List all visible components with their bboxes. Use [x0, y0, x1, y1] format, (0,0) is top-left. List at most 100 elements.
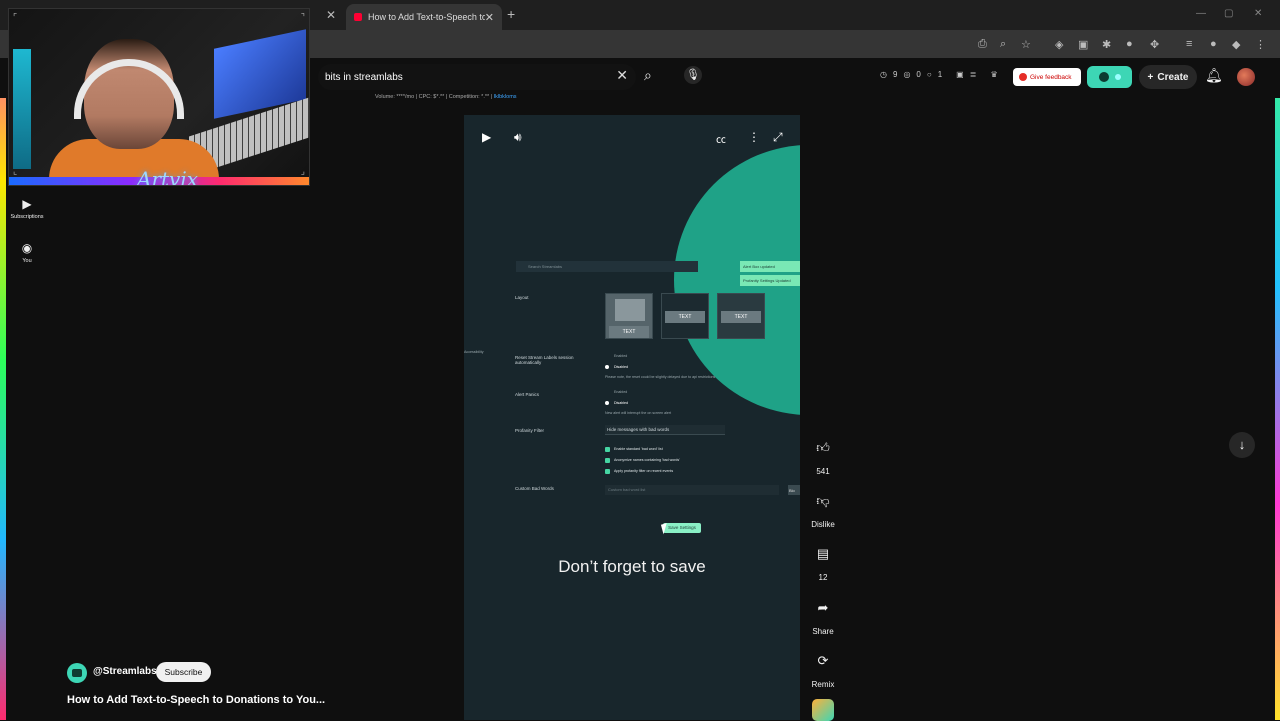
check-label: Enable standard 'bad word' list — [614, 447, 663, 451]
custom-bad-words-input: Custom bad word list — [605, 485, 779, 495]
clear-search-icon[interactable]: ✕ — [616, 67, 628, 84]
next-video-arrow-icon[interactable]: ↓ — [1229, 432, 1255, 458]
dislike-label: Dislike — [811, 520, 835, 529]
video-caption: Don’t forget to save — [558, 557, 706, 576]
layout-label: Layout — [515, 295, 529, 300]
close-previous-tab-icon[interactable]: ✕ — [326, 8, 336, 22]
dislike-button[interactable]: 👎︎ Dislike — [808, 488, 838, 529]
corner-icon: ⌟ — [300, 166, 305, 176]
sidebar-item-subscriptions[interactable]: ▶︎ Subscriptions — [6, 197, 48, 220]
bookmark-star-icon[interactable]: ☆ — [1021, 38, 1031, 51]
thumbs-up-icon: 👍︎ — [816, 440, 830, 455]
extension-icon[interactable]: ◆ — [1232, 38, 1240, 51]
check-label: Apply profanity filter on recent events — [614, 469, 674, 473]
create-button[interactable]: + Create — [1139, 65, 1197, 89]
rgb-light-right — [1275, 0, 1280, 720]
checkbox-checked — [605, 447, 610, 452]
microphone-icon[interactable]: 🎙︎ — [684, 66, 702, 84]
puzzle-icon[interactable]: ✥ — [1150, 38, 1159, 51]
streamer — [49, 29, 219, 185]
tab-search-icon[interactable]: ≡ — [1186, 38, 1192, 50]
profile-icon[interactable]: ● — [1210, 38, 1217, 50]
thumbs-down-icon: 👎︎ — [816, 493, 830, 508]
give-feedback-button[interactable]: Give feedback — [1013, 68, 1081, 86]
accessibility-label: Accessibility — [464, 350, 484, 354]
avatar[interactable] — [1237, 68, 1255, 86]
install-icon[interactable]: ⎙ — [978, 38, 987, 51]
feedback-icon — [1019, 73, 1027, 81]
alert-panic-label: Alert Panics — [515, 392, 540, 397]
zoom-icon[interactable]: ⌕ — [1000, 38, 1006, 51]
share-label: Share — [812, 627, 834, 636]
search-input[interactable]: bits in streamlabs ✕ — [318, 64, 636, 90]
more-options-icon[interactable]: ⋮ — [748, 130, 760, 144]
new-tab-button[interactable]: + — [507, 6, 515, 22]
stat-value: 0 — [916, 70, 921, 79]
toast-alert-box: Alert Box updated — [740, 261, 800, 272]
maximize-icon[interactable]: ▢ — [1224, 8, 1233, 19]
sidebar-item-you[interactable]: ◉ You — [6, 241, 48, 264]
share-button[interactable]: ➦ Share — [808, 595, 838, 636]
menu-dots-icon[interactable]: ⋮ — [1255, 38, 1266, 51]
extension-icon[interactable]: ▣ — [1078, 38, 1088, 51]
subscriptions-icon: ▶︎ — [22, 197, 32, 211]
play-icon[interactable]: ▶ — [482, 130, 491, 144]
check-label: Anonymize names containing 'bad words' — [614, 458, 680, 462]
stat-value: 9 — [892, 70, 898, 79]
profanity-select: Hide messages with bad words — [605, 425, 725, 435]
tab-title: How to Add Text-to-Speech to — [368, 12, 485, 22]
sound-thumbnail[interactable] — [812, 699, 834, 721]
checkbox-checked — [605, 458, 610, 463]
extension-icon[interactable]: ● — [1126, 38, 1133, 50]
keyword-info: Volume: ****/mo | CPC: $*.** | Competiti… — [375, 94, 517, 100]
disabled-option: Disabled — [614, 401, 628, 405]
comments-button[interactable]: ▤ 12 — [808, 541, 838, 582]
like-button[interactable]: 👍︎ 541 — [808, 435, 838, 476]
remix-button[interactable]: ⟳ Remix — [808, 648, 838, 689]
channel-avatar[interactable] — [67, 663, 87, 683]
shorts-player[interactable]: ▶ 🔊︎ ㏄ ⋮ ⤢ Search Streamlabs Alert Box u… — [464, 115, 800, 720]
streamlabs-settings-screen: Search Streamlabs Alert Box updated Prof… — [464, 255, 800, 533]
led-strip — [13, 49, 31, 169]
comment-icon: ▤ — [816, 546, 830, 561]
layout-text: TEXT — [665, 311, 705, 323]
search-icon[interactable]: ⌕ — [644, 67, 652, 84]
streamlabs-search: Search Streamlabs — [516, 261, 698, 272]
extension-icon[interactable]: ✱ — [1102, 38, 1111, 51]
reset-note: Please note, the reset could be slightly… — [605, 375, 716, 379]
eye-icon: ◎ — [903, 70, 911, 79]
subscribe-button[interactable]: Subscribe — [156, 662, 211, 682]
reset-label: Reset Stream Labels session automaticall… — [515, 355, 574, 365]
checkbox-checked — [605, 469, 610, 474]
close-window-icon[interactable]: ✕ — [1254, 8, 1262, 19]
layout-text: TEXT — [609, 326, 649, 338]
radio-selected — [605, 401, 609, 405]
extension-badge-icon[interactable]: ▣ — [956, 70, 964, 79]
toast-profanity: Profanity Settings Updated — [740, 275, 800, 286]
close-tab-icon[interactable]: ✕ — [485, 11, 494, 24]
remix-icon: ⟳ — [817, 653, 829, 668]
trophy-icon[interactable]: ♛ — [990, 70, 997, 79]
disabled-option: Disabled — [614, 365, 628, 369]
status-dot-icon — [1114, 74, 1121, 80]
remix-label: Remix — [811, 680, 835, 689]
volume-icon[interactable]: 🔊︎ — [514, 130, 522, 145]
block-button: Blo — [788, 485, 800, 495]
tab-active[interactable]: How to Add Text-to-Speech to ✕ — [346, 4, 502, 30]
plus-icon: + — [1147, 71, 1154, 83]
keyword-link[interactable]: Iklbkloms — [494, 94, 517, 100]
extension-icon[interactable]: ◈ — [1055, 38, 1063, 51]
captions-icon[interactable]: ㏄ — [716, 131, 726, 146]
minimize-icon[interactable]: — — [1196, 8, 1206, 19]
streamlabs-extension-button[interactable] — [1087, 66, 1132, 88]
user-icon: ◉ — [21, 241, 33, 255]
corner-icon: ⌝ — [300, 12, 305, 22]
notifications-bell-icon[interactable]: 🔔︎ — [1205, 67, 1223, 84]
like-count: 541 — [816, 467, 830, 476]
fullscreen-icon[interactable]: ⤢ — [773, 130, 783, 145]
keyword-metrics: Volume: ****/mo | CPC: $*.** | Competiti… — [375, 94, 493, 100]
layout-option: TEXT — [661, 293, 709, 339]
video-title[interactable]: How to Add Text-to-Speech to Donations t… — [67, 694, 325, 706]
list-icon[interactable]: ≣ — [970, 70, 977, 79]
channel-name[interactable]: @Streamlabs — [93, 666, 157, 677]
